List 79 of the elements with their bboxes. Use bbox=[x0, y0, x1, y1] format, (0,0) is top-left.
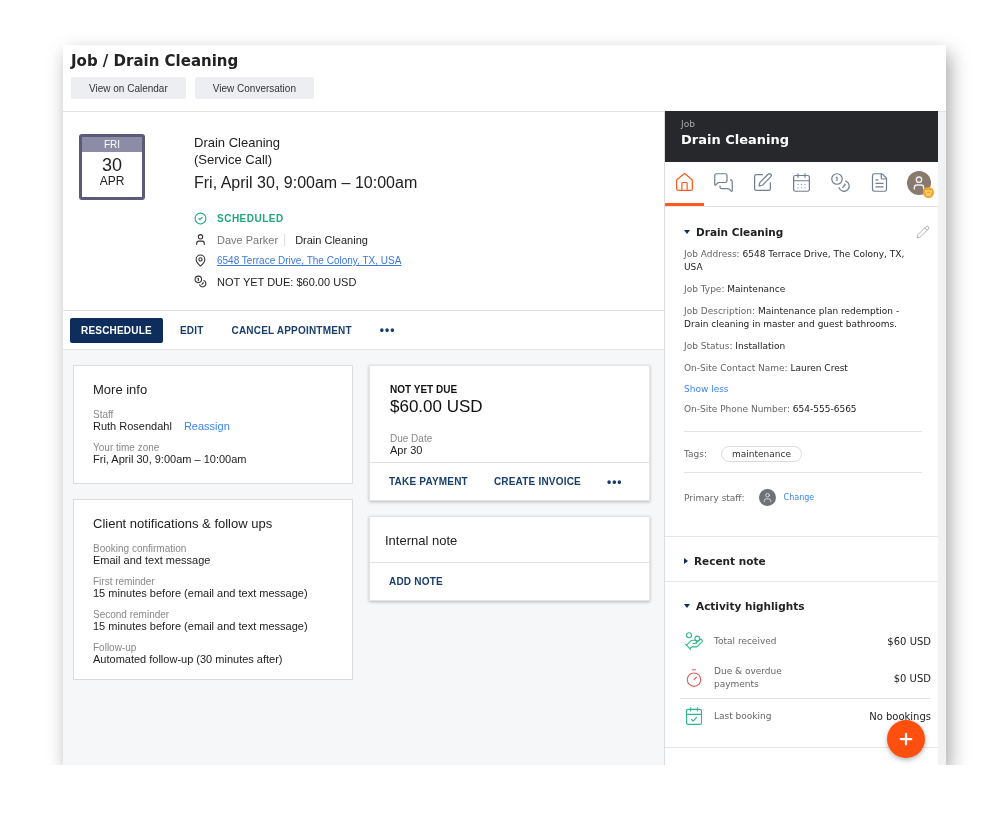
hand-coin-icon bbox=[684, 631, 704, 651]
detail-field: On-Site Phone Number: 654-555-6565 bbox=[684, 403, 930, 416]
house-icon bbox=[674, 172, 695, 193]
field-label: Due Date bbox=[390, 433, 434, 444]
field-value: 15 minutes before (email and text message) bbox=[93, 620, 309, 632]
show-less-link[interactable]: Show less bbox=[684, 384, 930, 394]
coins-icon bbox=[194, 275, 207, 288]
view-button[interactable]: View on Calendar bbox=[71, 77, 186, 99]
plus-icon bbox=[897, 730, 915, 748]
payment-status: NOT YET DUE: $60.00 USD bbox=[217, 275, 357, 288]
calendar-check-icon bbox=[684, 706, 704, 726]
field-label: Second reminder bbox=[93, 609, 171, 620]
detail-field: Job Description: Maintenance plan redemption - Drain cleaning in master and guest bathrooms. bbox=[684, 305, 930, 331]
edit-pencil-icon[interactable] bbox=[916, 225, 930, 239]
field-value: Ruth Rosendahl bbox=[93, 420, 172, 432]
address-link[interactable]: 6548 Terrace Drive, The Colony, TX, USA bbox=[217, 255, 402, 266]
reassign-link[interactable]: Reassign bbox=[183, 420, 230, 432]
document-icon bbox=[869, 172, 890, 193]
check-circle-icon bbox=[194, 212, 207, 225]
detail-field: Job Type: Maintenance bbox=[684, 283, 930, 296]
field-value: 15 minutes before (email and text message) bbox=[93, 587, 309, 599]
card-title: Client notifications & follow ups bbox=[93, 516, 274, 531]
chat-bubbles-icon bbox=[713, 172, 734, 193]
field-value: Email and text message bbox=[93, 554, 212, 566]
highlight-value: $0 USD bbox=[893, 672, 931, 684]
calendar-date-icon: FRI 30 APR bbox=[79, 134, 145, 200]
action-button[interactable]: CANCEL APPOINTMENT bbox=[220, 317, 363, 343]
note-pen-icon bbox=[752, 172, 773, 193]
detail-field: Job Address: 6548 Terrace Drive, The Colony, TX, USA bbox=[684, 248, 930, 274]
panel-eyebrow: Job bbox=[681, 119, 696, 129]
staff-name: Dave Parker bbox=[217, 233, 286, 246]
section-toggle[interactable]: Drain Cleaning bbox=[684, 225, 930, 239]
page-title: Job / Drain Cleaning bbox=[71, 52, 240, 70]
field-label: First reminder bbox=[93, 576, 156, 587]
field-label: Staff bbox=[93, 409, 115, 420]
highlight-label: Last booking bbox=[714, 709, 773, 723]
more-button[interactable]: ••• bbox=[368, 317, 407, 343]
card-title: Internal note bbox=[385, 533, 459, 548]
field-label: Follow-up bbox=[93, 642, 138, 653]
tags-label: Tags: bbox=[684, 449, 707, 459]
job-name: (Service Call) bbox=[194, 151, 273, 168]
field-label: Your time zone bbox=[93, 442, 161, 453]
calendar-icon bbox=[791, 172, 812, 193]
field-label: Booking confirmation bbox=[93, 543, 188, 554]
status-label: SCHEDULED bbox=[217, 213, 284, 224]
detail-field: On-Site Contact Name: Lauren Crest bbox=[684, 362, 930, 375]
section-toggle[interactable]: Recent note bbox=[684, 555, 931, 567]
card-title: More info bbox=[93, 382, 149, 397]
section-toggle[interactable]: Activity highlights bbox=[684, 600, 931, 612]
map-pin-icon bbox=[194, 254, 207, 267]
action-button[interactable]: TAKE PAYMENT bbox=[378, 469, 479, 494]
staff-label: Primary staff: bbox=[684, 492, 745, 503]
add-button[interactable] bbox=[887, 720, 925, 758]
action-button[interactable]: CREATE INVOICE bbox=[482, 469, 592, 494]
panel-title: Drain Cleaning bbox=[681, 132, 791, 147]
add-note-button[interactable]: ADD NOTE bbox=[378, 569, 454, 594]
detail-field: Job Status: Installation bbox=[684, 340, 930, 353]
view-button[interactable]: View Conversation bbox=[194, 77, 314, 99]
person-icon bbox=[194, 233, 207, 246]
field-value: Fri, April 30, 9:00am – 10:00am bbox=[93, 453, 248, 465]
change-link[interactable]: Change bbox=[783, 493, 815, 502]
field-value: Apr 30 bbox=[390, 444, 424, 456]
highlight-value: No bookings bbox=[869, 710, 931, 722]
field-value: Automated follow-up (30 minutes after) bbox=[93, 653, 284, 665]
highlight-value: $60 USD bbox=[887, 635, 931, 647]
avatar-icon bbox=[758, 489, 776, 506]
payment-amount: $60.00 USD bbox=[390, 397, 484, 417]
highlight-label: Total received bbox=[714, 634, 778, 648]
job-datetime: Fri, April 30, 9:00am – 10:00am bbox=[194, 174, 418, 192]
reschedule-button[interactable]: RESCHEDULE bbox=[70, 317, 163, 343]
payment-status: NOT YET DUE bbox=[390, 384, 459, 395]
crown-badge-icon bbox=[922, 186, 934, 198]
stopwatch-icon bbox=[684, 668, 704, 688]
coins-icon bbox=[830, 172, 851, 193]
action-button[interactable]: EDIT bbox=[168, 317, 215, 343]
more-button[interactable]: ••• bbox=[595, 469, 634, 494]
highlight-label: Due & overdue payments bbox=[714, 665, 783, 691]
job-name: Drain Cleaning bbox=[194, 134, 281, 151]
service-name: Drain Cleaning bbox=[295, 233, 368, 246]
